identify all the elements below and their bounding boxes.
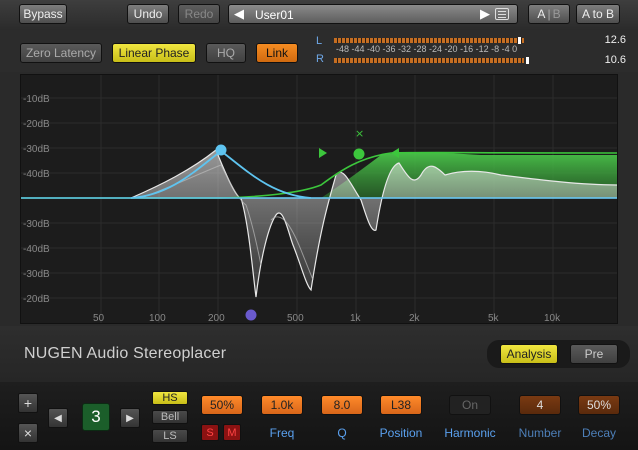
redo-button[interactable]: Redo	[178, 4, 220, 24]
preset-name: User01	[255, 8, 294, 22]
db-axis: -10dB -20dB -30dB -40dB -30dB -40dB -30d…	[23, 94, 50, 305]
band-node-1[interactable]	[215, 144, 227, 156]
ab-a-label: A	[537, 7, 546, 21]
left-meter-bar	[334, 38, 524, 43]
right-peak-marker	[526, 57, 529, 64]
freq-label: 5k	[488, 313, 500, 324]
q-label: Q	[337, 426, 347, 440]
mute-button[interactable]: M	[223, 424, 241, 441]
ab-b-label: B	[552, 7, 561, 21]
low-shelf-button[interactable]: LS	[152, 429, 188, 443]
freq-label: 200	[208, 313, 225, 324]
level-meters: L R -48 -44 -40 -36 -32 -28 -24 -20 -16 …	[312, 32, 632, 68]
freq-value[interactable]: 1.0k	[261, 395, 303, 415]
left-channel-label: L	[316, 35, 323, 47]
ab-toggle[interactable]: A | B	[528, 4, 570, 24]
link-button[interactable]: Link	[256, 43, 298, 63]
decay-value[interactable]: 50%	[578, 395, 620, 415]
db-label: -30dB	[23, 144, 50, 155]
ab-separator: |	[547, 7, 551, 21]
gain-value[interactable]: 50%	[201, 395, 243, 415]
db-label: -20dB	[23, 119, 50, 130]
band-node-2[interactable]	[245, 309, 257, 321]
high-shelf-button[interactable]: HS	[152, 391, 188, 405]
right-meter-bar	[334, 58, 524, 63]
solo-button[interactable]: S	[201, 424, 219, 441]
number-value[interactable]: 4	[519, 395, 561, 415]
freq-label: 10k	[544, 313, 561, 324]
freq-label: 2k	[409, 313, 421, 324]
position-label: Position	[379, 426, 423, 440]
linear-phase-button[interactable]: Linear Phase	[112, 43, 196, 63]
db-label: -40dB	[23, 169, 50, 180]
list-icon[interactable]	[495, 8, 509, 20]
left-peak-value: 12.6	[604, 34, 626, 46]
eq-graph[interactable]: × -10dB -20dB -30dB -40dB -30dB -40dB -3…	[20, 74, 618, 324]
band-width-left-handle[interactable]	[319, 148, 327, 158]
number-label: Number	[518, 426, 562, 440]
eq-graph-canvas[interactable]: × -10dB -20dB -30dB -40dB -30dB -40dB -3…	[21, 75, 618, 324]
product-title: NUGEN Audio Stereoplacer	[24, 345, 227, 362]
right-channel-label: R	[316, 53, 324, 65]
meter-scale: -48 -44 -40 -36 -32 -28 -24 -20 -16 -12 …	[336, 44, 518, 54]
top-toolbar: Bypass Undo Redo ◀ User01 ▶ A | B A to B	[0, 0, 638, 30]
band-position-marker[interactable]: ×	[355, 127, 364, 140]
bell-button[interactable]: Bell	[152, 410, 188, 424]
decay-label: Decay	[581, 426, 616, 440]
left-peak-marker	[518, 37, 521, 44]
bypass-button[interactable]: Bypass	[19, 4, 67, 24]
q-value[interactable]: 8.0	[321, 395, 363, 415]
brand-bar: NUGEN Audio Stereoplacer Analysis Pre	[0, 326, 638, 382]
zero-latency-button[interactable]: Zero Latency	[20, 43, 102, 63]
db-label: -30dB	[23, 269, 50, 280]
a-to-b-button[interactable]: A to B	[576, 4, 620, 24]
pre-button[interactable]: Pre	[570, 344, 618, 364]
freq-label: 50	[93, 313, 105, 324]
right-peak-value: 10.6	[604, 54, 626, 66]
band-number: 3	[82, 403, 110, 431]
prev-band-button[interactable]: ◀	[48, 408, 68, 428]
db-label: -40dB	[23, 244, 50, 255]
view-mode-group: Analysis Pre	[487, 340, 630, 368]
db-label: -20dB	[23, 294, 50, 305]
freq-axis: 50 100 200 500 1k 2k 5k 10k	[93, 313, 561, 324]
freq-label: Freq	[269, 426, 295, 440]
hq-button[interactable]: HQ	[206, 43, 246, 63]
db-label: -30dB	[23, 219, 50, 230]
freq-label: 500	[287, 313, 304, 324]
preset-selector[interactable]: ◀ User01 ▶	[228, 4, 518, 24]
freq-label: 1k	[350, 313, 362, 324]
triangle-left-icon[interactable]: ◀	[234, 6, 244, 22]
next-band-button[interactable]: ▶	[120, 408, 140, 428]
position-value[interactable]: L38	[380, 395, 422, 415]
triangle-right-icon[interactable]: ▶	[480, 6, 490, 22]
undo-button[interactable]: Undo	[127, 4, 169, 24]
harmonic-toggle[interactable]: On	[449, 395, 491, 415]
band-controls: + × ◀ 3 ▶ HS Bell LS 50% S M 1.0k Freq 8…	[0, 382, 638, 450]
harmonic-label: Harmonic	[444, 426, 496, 440]
freq-label: 100	[149, 313, 166, 324]
add-band-button[interactable]: +	[18, 393, 38, 413]
db-label: -10dB	[23, 94, 50, 105]
band-node-3[interactable]	[353, 148, 365, 160]
remove-band-button[interactable]: ×	[18, 423, 38, 443]
analysis-button[interactable]: Analysis	[500, 344, 558, 364]
